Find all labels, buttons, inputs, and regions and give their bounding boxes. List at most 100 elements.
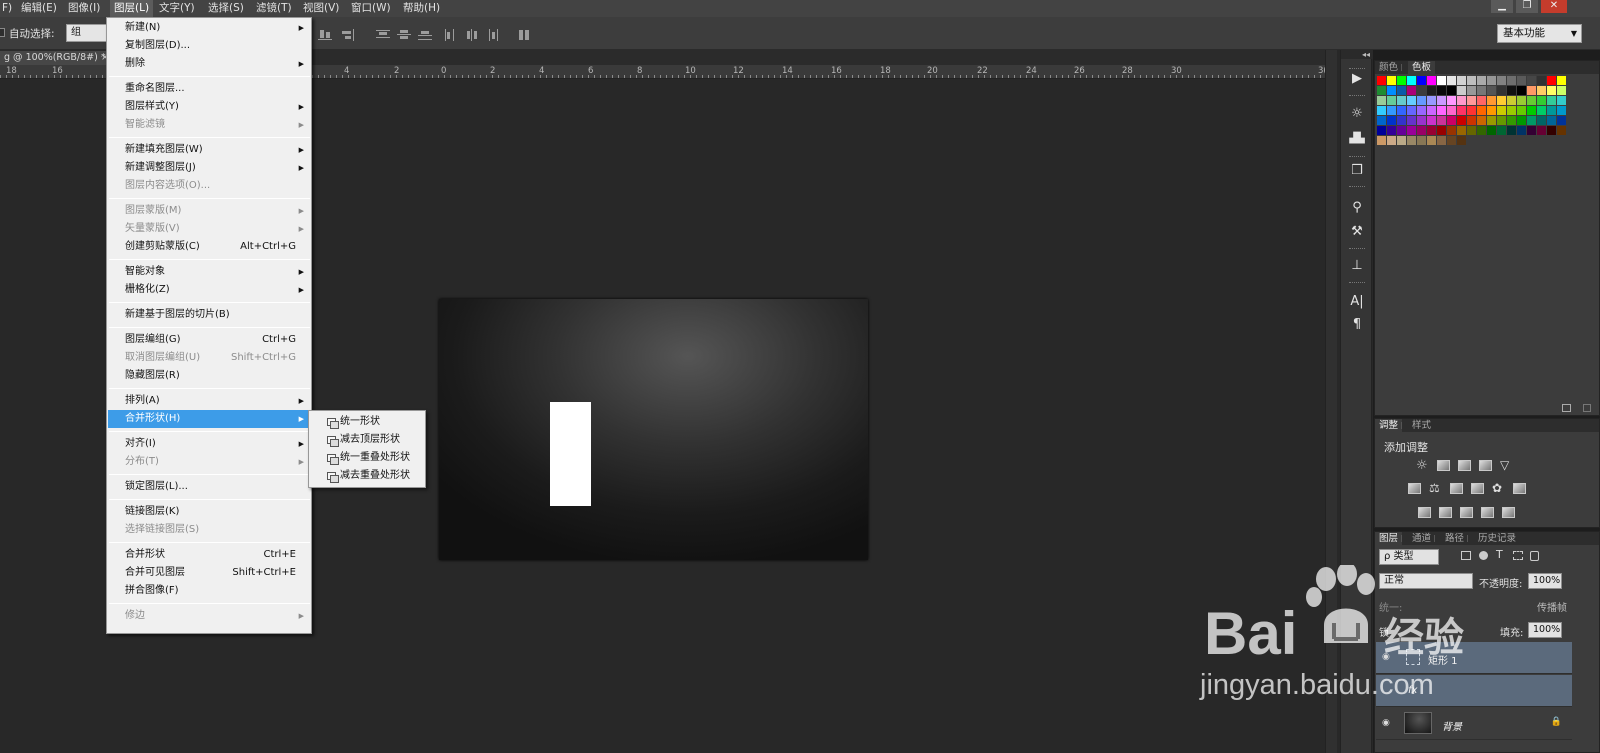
- color-swatch[interactable]: [1457, 106, 1466, 115]
- color-swatch[interactable]: [1417, 106, 1426, 115]
- color-swatch[interactable]: [1467, 126, 1476, 135]
- color-swatch[interactable]: [1497, 106, 1506, 115]
- color-swatch[interactable]: [1537, 106, 1546, 115]
- color-swatch[interactable]: [1467, 106, 1476, 115]
- color-swatch[interactable]: [1387, 86, 1396, 95]
- menu-file[interactable]: F): [2, 0, 12, 17]
- color-swatch[interactable]: [1447, 96, 1456, 105]
- layer-menu-item[interactable]: 新建填充图层(W) ▶: [108, 141, 311, 159]
- color-swatch[interactable]: [1557, 126, 1566, 135]
- color-swatch[interactable]: [1457, 96, 1466, 105]
- brightness-contrast-icon[interactable]: ☼: [1416, 459, 1429, 472]
- curves-icon[interactable]: [1458, 460, 1471, 471]
- gradient-map-icon[interactable]: [1502, 507, 1515, 518]
- color-swatch[interactable]: [1417, 126, 1426, 135]
- exclude-overlap-item[interactable]: 减去重叠处形状: [310, 467, 425, 485]
- color-swatch[interactable]: [1397, 76, 1406, 85]
- tab-paths[interactable]: 路径: [1441, 532, 1469, 545]
- color-swatch[interactable]: [1457, 116, 1466, 125]
- color-swatch[interactable]: [1497, 126, 1506, 135]
- layer-name[interactable]: 背景: [1442, 718, 1462, 733]
- cube-icon[interactable]: ❒: [1347, 162, 1367, 180]
- selective-color-icon[interactable]: [1481, 507, 1494, 518]
- color-swatch[interactable]: [1397, 106, 1406, 115]
- color-swatch[interactable]: [1457, 86, 1466, 95]
- distribute-left-icon[interactable]: [444, 29, 458, 41]
- layer-menu-item[interactable]: 拼合图像(F): [108, 582, 311, 600]
- color-swatch[interactable]: [1417, 76, 1426, 85]
- intersect-shapes-item[interactable]: 统一重叠处形状: [310, 449, 425, 467]
- paint-icon[interactable]: ⚒: [1347, 223, 1367, 241]
- color-swatch[interactable]: [1377, 106, 1386, 115]
- color-swatch[interactable]: [1537, 116, 1546, 125]
- levels-icon[interactable]: [1437, 460, 1450, 471]
- character-icon[interactable]: A|: [1347, 293, 1367, 311]
- trash-icon[interactable]: [1583, 404, 1591, 412]
- color-swatch[interactable]: [1557, 96, 1566, 105]
- color-swatch[interactable]: [1557, 116, 1566, 125]
- color-swatch[interactable]: [1487, 126, 1496, 135]
- color-lookup-icon[interactable]: [1513, 483, 1526, 494]
- color-swatch[interactable]: [1547, 96, 1556, 105]
- color-swatch[interactable]: [1397, 136, 1406, 145]
- color-swatch[interactable]: [1387, 96, 1396, 105]
- filter-type-icon[interactable]: T: [1496, 548, 1503, 561]
- filter-adjustment-icon[interactable]: [1479, 551, 1488, 560]
- color-swatch[interactable]: [1387, 136, 1396, 145]
- color-swatch[interactable]: [1497, 76, 1506, 85]
- paragraph-icon[interactable]: ¶: [1347, 316, 1367, 334]
- brightness-icon[interactable]: ☼: [1347, 105, 1367, 123]
- hue-saturation-icon[interactable]: [1408, 483, 1421, 494]
- minimize-button[interactable]: ▁: [1491, 0, 1513, 13]
- auto-select-checkbox[interactable]: [0, 28, 5, 37]
- color-swatch[interactable]: [1397, 86, 1406, 95]
- color-swatch[interactable]: [1447, 116, 1456, 125]
- color-swatch[interactable]: [1527, 106, 1536, 115]
- color-swatch[interactable]: [1437, 136, 1446, 145]
- tab-color[interactable]: 颜色: [1375, 61, 1403, 74]
- layer-menu-item[interactable]: 锁定图层(L)...: [108, 478, 311, 496]
- layer-menu-item[interactable]: 创建剪贴蒙版(C) Alt+Ctrl+G: [108, 238, 311, 256]
- color-swatch[interactable]: [1407, 126, 1416, 135]
- play-icon[interactable]: ▶: [1347, 70, 1367, 88]
- channel-mixer-icon[interactable]: ✿: [1492, 482, 1505, 494]
- color-swatch[interactable]: [1407, 96, 1416, 105]
- color-swatch[interactable]: [1427, 76, 1436, 85]
- strip-grip[interactable]: [1349, 282, 1365, 284]
- color-swatch[interactable]: [1387, 76, 1396, 85]
- color-swatch[interactable]: [1527, 126, 1536, 135]
- distribute-right-icon[interactable]: [486, 29, 500, 41]
- layer-menu-item[interactable]: 排列(A) ▶: [108, 392, 311, 410]
- tab-styles[interactable]: 样式: [1408, 419, 1435, 432]
- color-swatch[interactable]: [1377, 86, 1386, 95]
- color-swatch[interactable]: [1417, 136, 1426, 145]
- color-swatch[interactable]: [1397, 116, 1406, 125]
- color-swatch[interactable]: [1407, 76, 1416, 85]
- vibrance-icon[interactable]: ▽: [1500, 459, 1513, 471]
- color-swatch[interactable]: [1547, 76, 1556, 85]
- threshold-icon[interactable]: [1460, 507, 1473, 518]
- color-swatch[interactable]: [1457, 136, 1466, 145]
- strip-grip[interactable]: [1349, 186, 1365, 188]
- layer-menu-item[interactable]: 智能对象 ▶: [108, 263, 311, 281]
- subtract-front-shape-item[interactable]: 减去顶层形状: [310, 431, 425, 449]
- color-swatch[interactable]: [1477, 106, 1486, 115]
- color-swatch[interactable]: [1537, 96, 1546, 105]
- color-swatch[interactable]: [1517, 116, 1526, 125]
- color-swatch[interactable]: [1417, 86, 1426, 95]
- color-swatch[interactable]: [1377, 116, 1386, 125]
- layer-menu-item[interactable]: 栅格化(Z) ▶: [108, 281, 311, 299]
- color-swatch[interactable]: [1557, 86, 1566, 95]
- menu-window[interactable]: 窗口(W): [351, 0, 391, 17]
- color-swatch[interactable]: [1557, 106, 1566, 115]
- color-swatch[interactable]: [1507, 116, 1516, 125]
- color-swatch[interactable]: [1517, 106, 1526, 115]
- strip-grip[interactable]: [1349, 156, 1365, 158]
- layer-menu-item[interactable]: 复制图层(D)...: [108, 37, 311, 55]
- distribute-vcenter-icon[interactable]: [397, 29, 411, 41]
- menu-view[interactable]: 视图(V): [303, 0, 339, 17]
- filter-pixel-icon[interactable]: [1461, 551, 1471, 560]
- color-swatch[interactable]: [1477, 86, 1486, 95]
- layer-menu-item[interactable]: 删除 ▶: [108, 55, 311, 73]
- color-balance-icon[interactable]: ⚖: [1429, 482, 1442, 494]
